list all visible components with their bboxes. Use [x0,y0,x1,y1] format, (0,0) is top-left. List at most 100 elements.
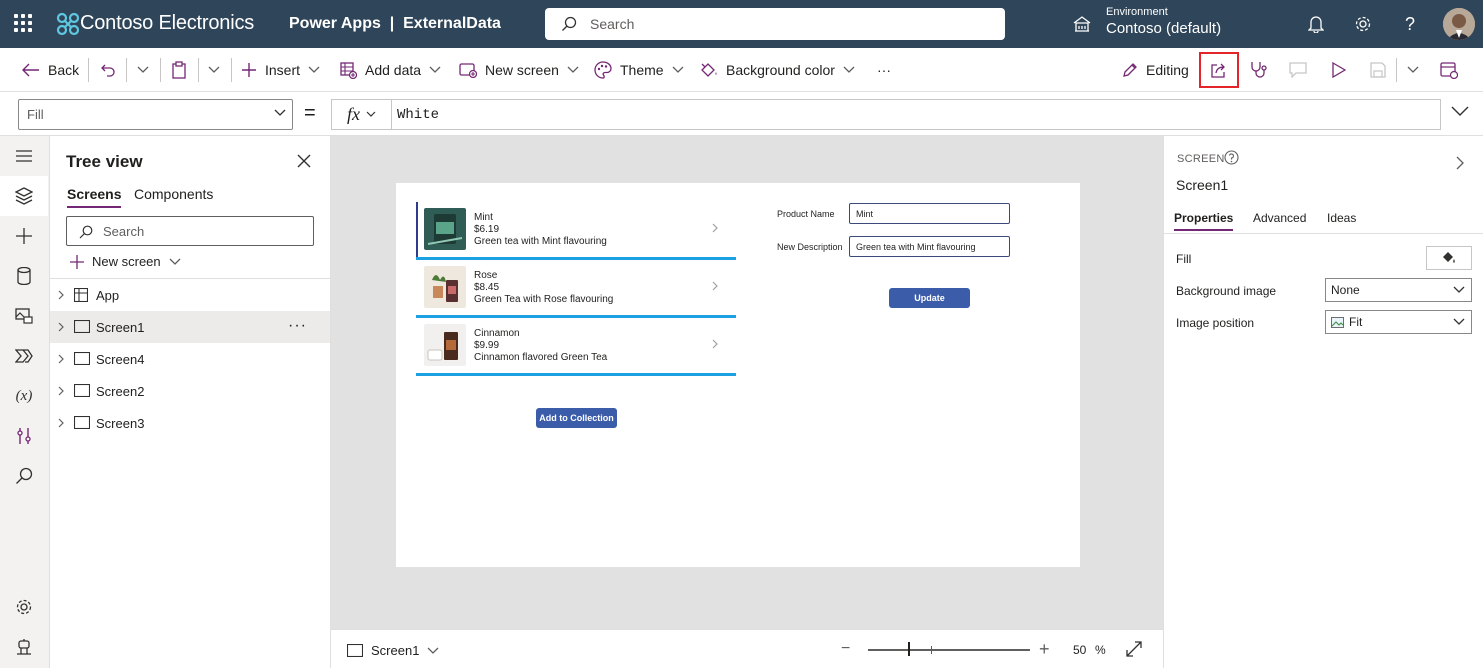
settings-gear-icon[interactable] [0,587,48,627]
tree-new-screen-button[interactable]: New screen [70,254,181,269]
pencil-icon [1123,63,1137,77]
property-dropdown[interactable]: Fill [18,99,293,130]
close-icon[interactable] [297,154,311,168]
editing-button[interactable]: Editing [1122,60,1189,80]
zoom-in-button[interactable]: + [1039,639,1050,660]
data-cylinder-icon[interactable] [0,256,48,296]
image-position-label: Image position [1176,316,1255,330]
new-screen-button[interactable]: New screen [459,60,579,80]
virtual-agent-icon[interactable] [0,627,48,667]
user-avatar[interactable] [1443,8,1475,40]
tree-node-screen4[interactable]: Screen4 [50,343,330,375]
collapse-panel-chevron-icon[interactable] [1456,156,1464,170]
control-name[interactable]: Screen1 [1176,177,1228,193]
node-more-options-button[interactable]: ··· [288,317,307,335]
product-price: $8.45 [474,282,500,293]
paste-clipboard-icon[interactable] [169,60,189,80]
panel-divider [1164,233,1483,234]
environment-name[interactable]: Contoso (default) [1106,20,1221,37]
preview-play-icon[interactable] [1329,60,1349,80]
background-image-dropdown[interactable]: None [1325,278,1472,302]
media-icon[interactable] [0,296,48,336]
zoom-slider-thumb[interactable] [908,642,910,656]
help-circle-icon[interactable] [1224,150,1239,165]
theme-button[interactable]: Theme [594,60,684,80]
variables-x-icon[interactable]: (x) [0,376,48,416]
tree-node-screen2[interactable]: Screen2 [50,375,330,407]
tree-node-screen3[interactable]: Screen3 [50,407,330,439]
insert-button[interactable]: Insert [241,60,320,80]
search-icon[interactable] [0,456,48,496]
chevron-down-icon [274,109,286,116]
tab-properties[interactable]: Properties [1174,211,1234,231]
undo-dropdown-chevron-icon[interactable] [133,60,153,80]
app-checker-stethoscope-icon[interactable] [1248,60,1268,80]
gallery-item[interactable]: Mint $6.19 Green tea with Mint flavourin… [416,202,736,260]
app-launcher-icon[interactable] [14,14,32,32]
product-description: Green Tea with Rose flavouring [474,294,614,305]
chevron-right-icon[interactable] [58,322,64,332]
help-icon[interactable]: ? [1398,12,1422,36]
chevron-right-icon[interactable] [58,418,64,428]
toolbar-divider [88,58,89,82]
back-button[interactable]: Back [22,60,79,80]
expand-formula-chevron-icon[interactable] [1451,106,1469,116]
notifications-icon[interactable] [1304,12,1328,36]
tab-screens[interactable]: Screens [67,186,122,208]
gallery-item[interactable]: Cinnamon $9.99 Cinnamon flavored Green T… [416,318,736,376]
comments-icon[interactable] [1288,60,1308,80]
tree-search-input[interactable]: Search [66,216,314,246]
app-screen-preview[interactable]: Mint $6.19 Green tea with Mint flavourin… [396,183,1080,567]
tree-node-app[interactable]: App [50,279,330,311]
toolbar-divider [231,58,232,82]
save-icon[interactable] [1368,60,1388,80]
hamburger-menu-icon[interactable] [0,136,48,176]
function-fx-button[interactable]: fx [332,100,392,129]
new-description-input[interactable]: Green tea with Mint flavouring [849,236,1010,257]
gallery-item[interactable]: Rose $8.45 Green Tea with Rose flavourin… [416,260,736,318]
chevron-right-icon[interactable] [58,354,64,364]
add-data-label: Add data [365,62,422,78]
chevron-right-icon[interactable] [712,339,718,349]
chevron-right-icon[interactable] [58,386,64,396]
tab-components[interactable]: Components [134,186,213,202]
zoom-out-button[interactable]: − [841,640,850,658]
image-position-dropdown[interactable]: Fit [1325,310,1472,334]
paste-dropdown-chevron-icon[interactable] [204,60,224,80]
tree-node-label: Screen4 [96,352,145,367]
fill-color-picker[interactable] [1426,246,1472,270]
add-data-button[interactable]: Add data [340,60,441,80]
background-color-button[interactable]: Background color [700,60,855,80]
chevron-right-icon[interactable] [712,281,718,291]
save-dropdown-chevron-icon[interactable] [1403,60,1423,80]
undo-icon[interactable] [98,60,118,80]
share-icon[interactable] [1209,60,1229,80]
tree-node-label: Screen3 [96,416,145,431]
paint-bucket-icon [1443,252,1455,263]
screen-selector[interactable]: Screen1 [347,643,439,658]
tab-ideas[interactable]: Ideas [1327,211,1356,225]
global-search-input[interactable]: Search [545,8,1005,40]
power-automate-icon[interactable] [0,336,48,376]
toolbar-divider [160,58,161,82]
gallery-selection-marker [416,202,418,257]
insert-plus-icon[interactable] [0,216,48,256]
zoom-value[interactable]: 50 [1073,643,1086,657]
chevron-right-icon[interactable] [712,223,718,233]
screen-icon [74,352,90,365]
product-name-input[interactable]: Mint [849,203,1010,224]
command-bar: Back Insert Add data New screen Theme Ba… [0,48,1483,92]
tree-view-layers-icon[interactable] [0,176,48,216]
update-button[interactable]: Update [889,288,970,308]
formula-input[interactable]: fx White [331,99,1441,130]
add-to-collection-button[interactable]: Add to Collection [536,408,617,428]
fit-to-window-icon[interactable] [1126,641,1142,657]
advanced-tools-icon[interactable] [0,416,48,456]
zoom-slider[interactable] [868,649,1030,651]
tab-advanced[interactable]: Advanced [1253,211,1306,225]
tree-node-screen1[interactable]: Screen1 ··· [50,311,330,343]
publish-icon[interactable] [1439,60,1459,80]
chevron-right-icon[interactable] [58,290,64,300]
settings-gear-icon[interactable] [1351,12,1375,36]
more-commands-button[interactable]: ··· [877,60,891,80]
